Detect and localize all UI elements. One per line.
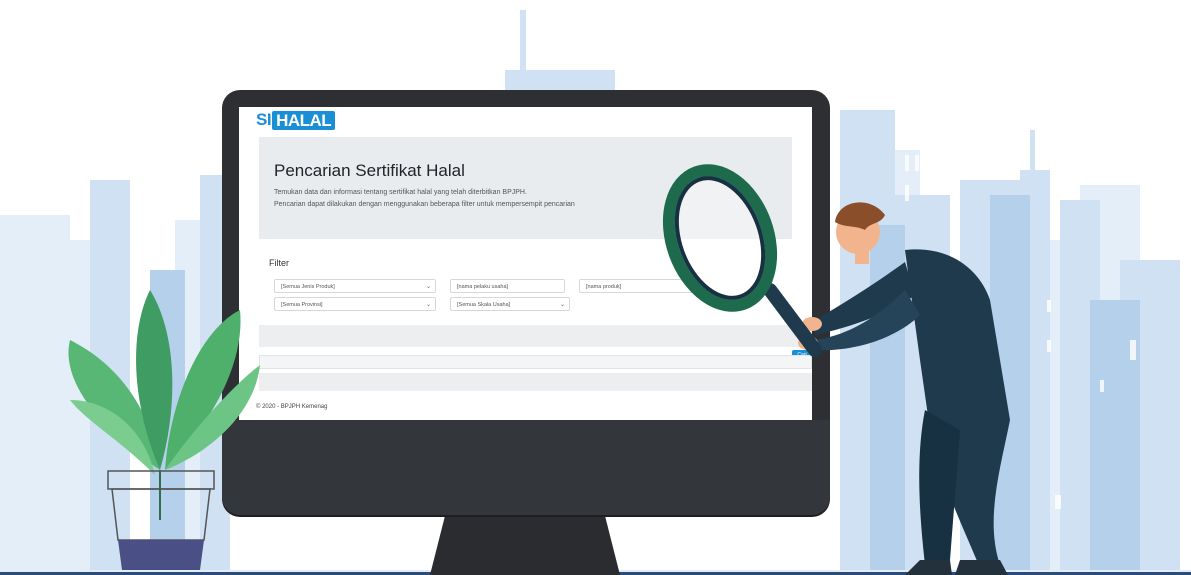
person-illustration: [798, 202, 1010, 575]
plant-illustration: [68, 290, 260, 570]
foreground-illustration: [68, 164, 1010, 575]
illustration-scene: SI HALAL Pencarian Sertifikat Halal Temu…: [0, 0, 1191, 575]
magnifier-illustration: [662, 164, 822, 357]
